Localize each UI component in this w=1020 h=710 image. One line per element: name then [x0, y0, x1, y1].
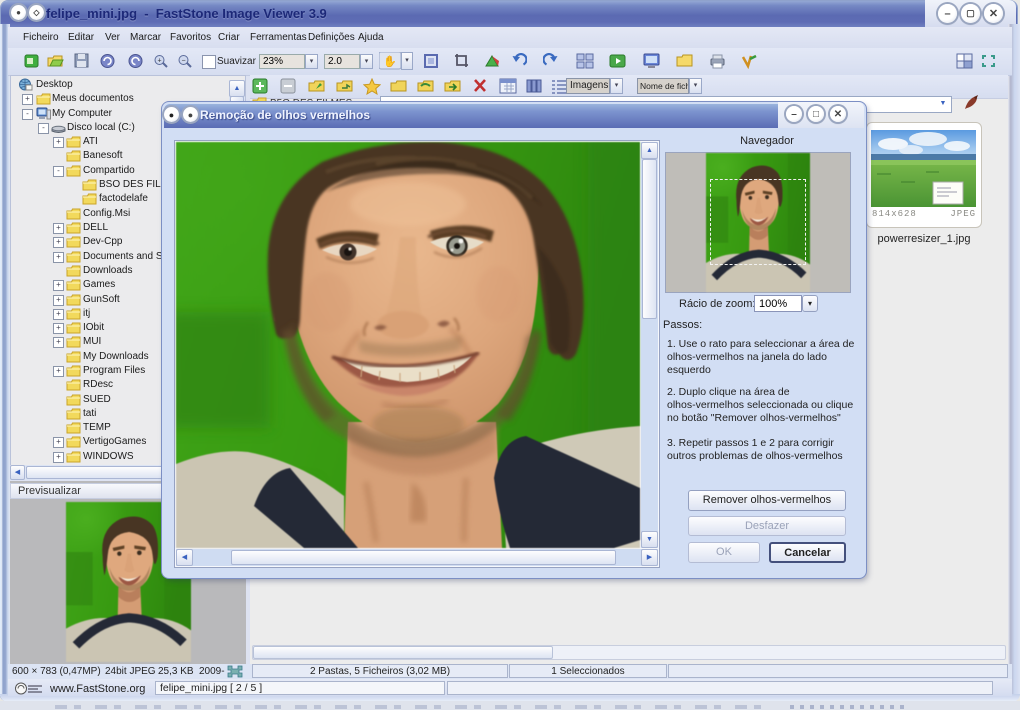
- svg-text:−: −: [181, 58, 185, 65]
- svg-text:+: +: [157, 58, 161, 65]
- svg-text:✋: ✋: [383, 55, 397, 68]
